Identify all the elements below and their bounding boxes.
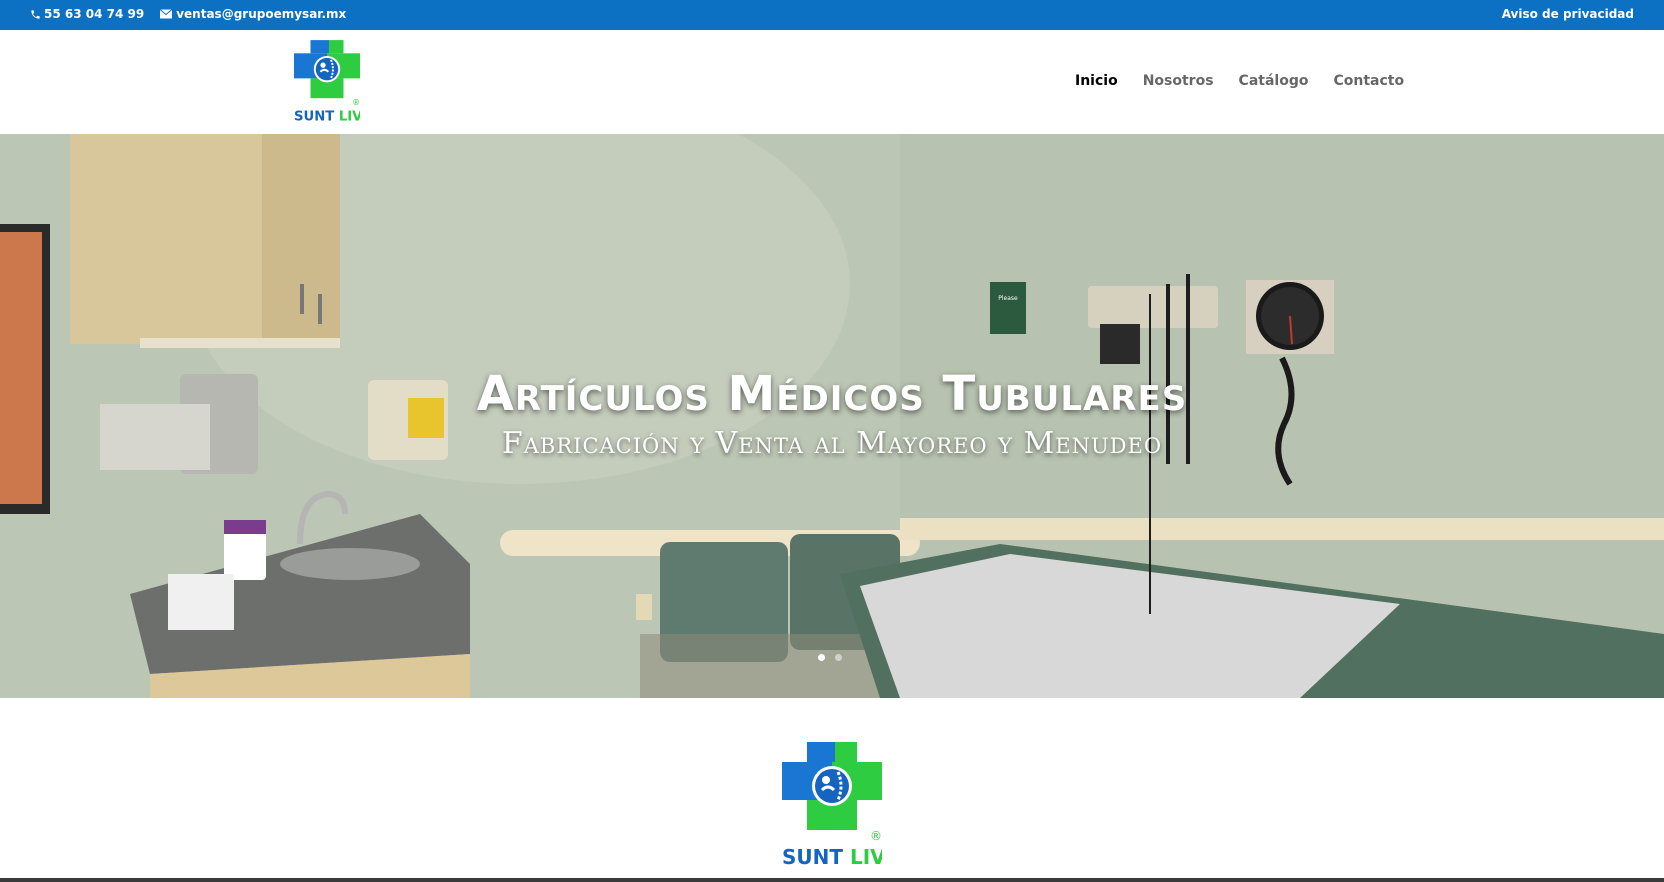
main-nav: Inicio Nosotros Catálogo Contacto bbox=[1075, 73, 1429, 89]
nav-item-inicio[interactable]: Inicio bbox=[1075, 73, 1118, 89]
contact-info: 55 63 04 74 99 ventas@grupoemysar.mx bbox=[30, 7, 362, 21]
cross-icon bbox=[294, 40, 360, 99]
sunt-liv-logo-large: ® SUNT LIV bbox=[782, 742, 882, 869]
registered-mark: ® bbox=[870, 829, 882, 843]
email-link[interactable]: ventas@grupoemysar.mx bbox=[160, 7, 346, 21]
nav-item-contacto[interactable]: Contacto bbox=[1333, 73, 1404, 89]
nav-item-catalogo[interactable]: Catálogo bbox=[1239, 73, 1309, 89]
slide-dot-2[interactable] bbox=[835, 654, 842, 661]
svg-text:Please: Please bbox=[998, 295, 1018, 302]
site-header: ® SUNT LIV Inicio Nosotros Catálogo Cont… bbox=[0, 30, 1664, 134]
phone-link[interactable]: 55 63 04 74 99 bbox=[30, 7, 144, 21]
privacy-notice-link[interactable]: Aviso de privacidad bbox=[1502, 7, 1634, 21]
sunt-liv-logo[interactable]: ® SUNT LIV bbox=[294, 40, 360, 126]
brand-name: SUNT LIV bbox=[782, 845, 882, 869]
envelope-icon bbox=[160, 9, 173, 19]
hero-title: Artículos Médicos Tubulares bbox=[476, 366, 1188, 422]
top-bar: 55 63 04 74 99 ventas@grupoemysar.mx Avi… bbox=[0, 0, 1664, 30]
phone-icon bbox=[31, 9, 40, 19]
email-address: ventas@grupoemysar.mx bbox=[176, 7, 347, 21]
registered-mark: ® bbox=[352, 98, 360, 107]
brand-name: SUNT LIV bbox=[294, 110, 360, 125]
slide-dot-1[interactable] bbox=[818, 654, 825, 661]
phone-number: 55 63 04 74 99 bbox=[44, 7, 145, 21]
slider-pagination bbox=[818, 654, 852, 661]
bottom-edge bbox=[0, 878, 1664, 882]
hero-subtitle: Fabricación y Venta al Mayoreo y Menudeo bbox=[501, 426, 1163, 461]
hero-slider: Please Artículos Médicos Tubulares Fabri… bbox=[0, 134, 1664, 698]
nav-item-nosotros[interactable]: Nosotros bbox=[1143, 73, 1214, 89]
cross-icon bbox=[782, 742, 882, 830]
